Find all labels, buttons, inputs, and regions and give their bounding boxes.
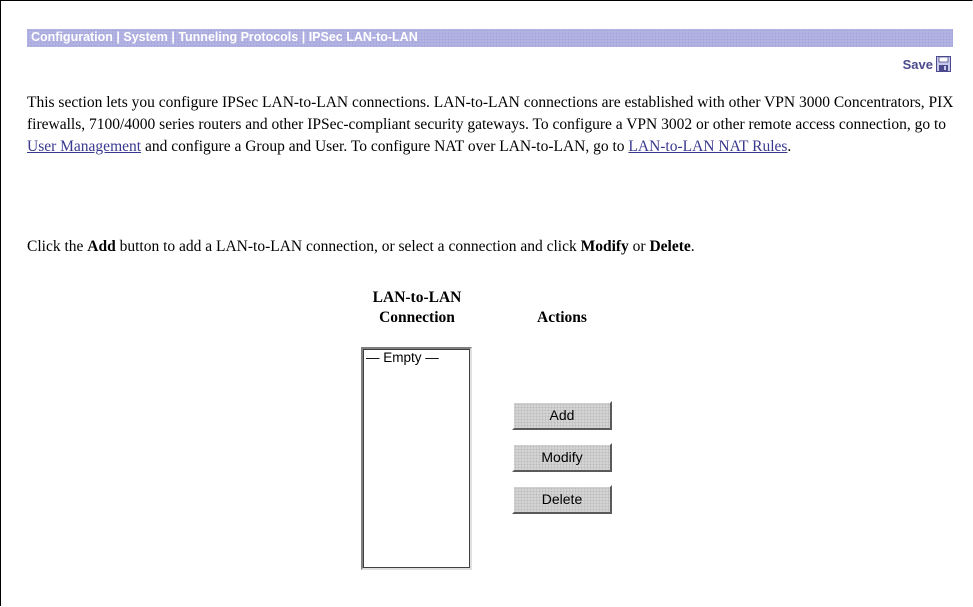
connection-header-line1: LAN-to-LAN (372, 289, 462, 306)
save-label[interactable]: Save (903, 57, 933, 72)
connection-header-line2: Connection (379, 309, 455, 326)
intro-text: and configure a Group and User. To confi… (141, 138, 629, 155)
add-button[interactable]: Add (512, 401, 612, 430)
instructions-text: or (628, 238, 650, 255)
breadcrumb-system[interactable]: System (123, 30, 167, 44)
intro-paragraph: This section lets you configure IPSec LA… (27, 92, 955, 158)
delete-button[interactable]: Delete (512, 485, 612, 514)
breadcrumb-tunneling-protocols[interactable]: Tunneling Protocols (178, 30, 298, 44)
user-management-link[interactable]: User Management (27, 138, 141, 155)
instructions-add-word: Add (87, 238, 116, 255)
instructions-text: Click the (27, 238, 88, 255)
intro-text: This section lets you configure IPSec LA… (27, 94, 954, 133)
breadcrumb-separator: | (298, 30, 309, 44)
instructions-paragraph: Click the Add button to add a LAN-to-LAN… (27, 236, 955, 258)
breadcrumb: Configuration | System | Tunneling Proto… (31, 30, 418, 44)
save-button[interactable]: Save (903, 56, 951, 72)
breadcrumb-ipsec-lan-to-lan: IPSec LAN-to-LAN (308, 30, 418, 44)
breadcrumb-separator: | (167, 30, 179, 44)
intro-text: . (787, 138, 792, 155)
instructions-text: button to add a LAN-to-LAN connection, o… (115, 238, 581, 255)
lan-to-lan-nat-rules-link[interactable]: LAN-to-LAN NAT Rules (628, 138, 787, 155)
connection-listbox[interactable]: — Empty — (361, 347, 472, 570)
instructions-delete-word: Delete (649, 238, 691, 255)
title-bar: Configuration | System | Tunneling Proto… (27, 29, 953, 47)
connection-column-header: LAN-to-LAN Connection (357, 288, 477, 328)
list-item[interactable]: — Empty — (363, 349, 470, 366)
floppy-disk-icon[interactable] (936, 56, 951, 72)
breadcrumb-configuration[interactable]: Configuration (31, 30, 113, 44)
modify-button[interactable]: Modify (512, 443, 612, 472)
instructions-text: . (690, 238, 695, 255)
actions-column-header: Actions (537, 309, 587, 326)
instructions-modify-word: Modify (580, 238, 629, 255)
breadcrumb-separator: | (112, 30, 124, 44)
page-frame: Configuration | System | Tunneling Proto… (0, 0, 973, 606)
